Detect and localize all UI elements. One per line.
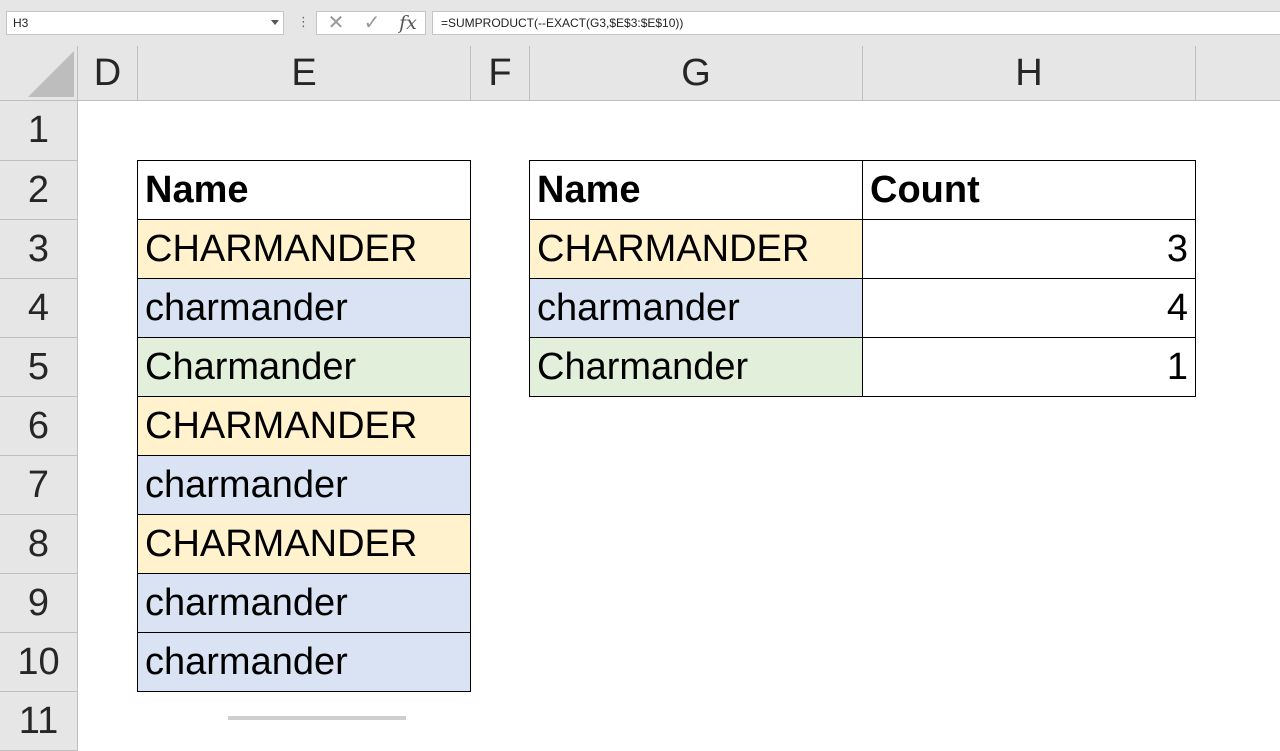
more-options-icon[interactable]: ⋮ [297,13,310,31]
close-icon[interactable]: ✕ [321,12,351,34]
name-cell[interactable]: CHARMANDER [137,514,471,574]
count-name-cell[interactable]: CHARMANDER [529,219,863,279]
name-cell[interactable]: charmander [137,573,471,633]
row-header-3[interactable]: 3 [0,220,78,279]
names-table-header[interactable]: Name [137,160,471,220]
function-icon[interactable]: fx [393,12,423,34]
column-header-e[interactable]: E [138,46,471,101]
column-header-d[interactable]: D [78,46,138,101]
formula-bar-area: H3 ⋮ ✕ ✓ fx =SUMPRODUCT(--EXACT(G3,$E$3:… [0,0,1280,46]
count-name-cell[interactable]: Charmander [529,337,863,397]
row-header-8[interactable]: 8 [0,515,78,574]
formula-input[interactable]: =SUMPRODUCT(--EXACT(G3,$E$3:$E$10)) [432,11,1280,35]
check-icon[interactable]: ✓ [357,12,387,34]
name-cell[interactable]: charmander [137,632,471,692]
count-value-cell[interactable]: 4 [862,278,1196,338]
horizontal-scrollbar[interactable] [228,716,406,720]
row-header-7[interactable]: 7 [0,456,78,515]
column-header-f[interactable]: F [471,46,530,101]
name-cell[interactable]: charmander [137,278,471,338]
name-cell[interactable]: charmander [137,455,471,515]
column-header-h[interactable]: H [863,46,1196,101]
column-header-filler [1196,46,1280,101]
row-header-5[interactable]: 5 [0,338,78,397]
formula-buttons: ✕ ✓ fx [316,11,426,35]
count-value-cell[interactable]: 3 [862,219,1196,279]
count-value-cell[interactable]: 1 [862,337,1196,397]
row-header-4[interactable]: 4 [0,279,78,338]
row-header-2[interactable]: 2 [0,161,78,220]
name-box[interactable]: H3 [6,11,284,35]
count-name-cell[interactable]: charmander [529,278,863,338]
chevron-down-icon[interactable] [271,20,279,25]
count-table-count-header[interactable]: Count [862,160,1196,220]
name-cell[interactable]: Charmander [137,337,471,397]
row-header-10[interactable]: 10 [0,633,78,692]
row-header-9[interactable]: 9 [0,574,78,633]
name-box-value: H3 [13,16,29,30]
name-cell[interactable]: CHARMANDER [137,219,471,279]
select-all-triangle-icon [28,51,74,97]
formula-text: =SUMPRODUCT(--EXACT(G3,$E$3:$E$10)) [441,16,684,30]
name-cell[interactable]: CHARMANDER [137,396,471,456]
select-all-corner[interactable] [0,46,78,101]
row-header-1[interactable]: 1 [0,101,78,161]
count-table-name-header[interactable]: Name [529,160,863,220]
column-header-g[interactable]: G [530,46,863,101]
row-header-11[interactable]: 11 [0,692,78,751]
row-header-6[interactable]: 6 [0,397,78,456]
